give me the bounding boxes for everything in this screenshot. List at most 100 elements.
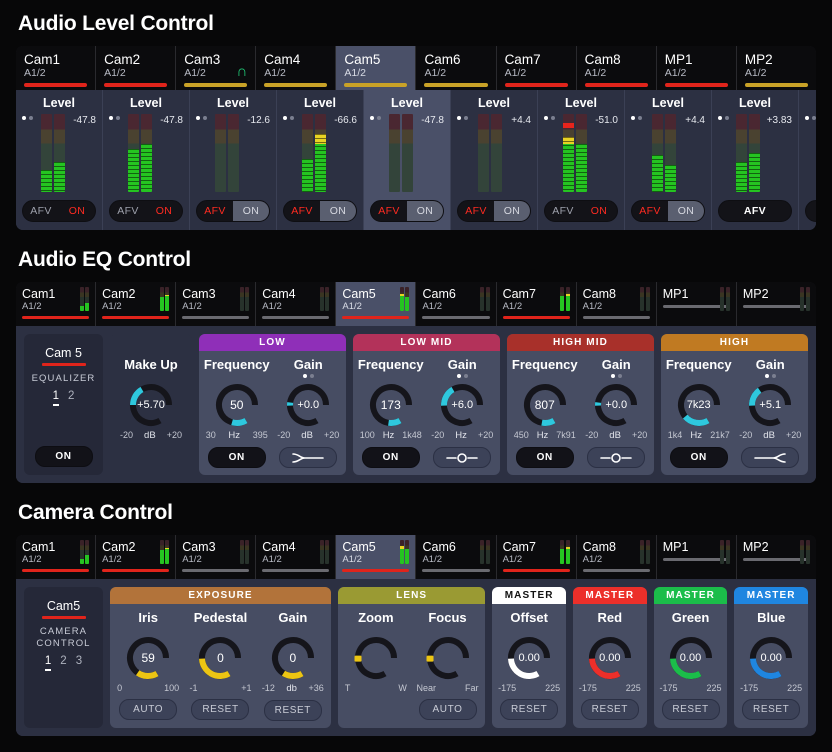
tab-cam6[interactable]: Cam6A1/2 [416, 46, 496, 90]
eq-band-on-button[interactable]: ON [670, 447, 728, 468]
knob-gain[interactable]: +0.0 [592, 381, 640, 429]
cam-tab-cam7[interactable]: Cam7A1/2 [497, 535, 577, 579]
knob-iris[interactable]: 59 [124, 634, 172, 682]
eq-tab-cam1[interactable]: Cam1A1/2 [16, 282, 96, 326]
knob-offset[interactable]: 0.00 [505, 634, 553, 682]
eq-band-on-button[interactable]: ON [362, 447, 420, 468]
eq-band-on-button[interactable]: ON [208, 447, 266, 468]
tab-mp2[interactable]: MP2A1/2 [737, 46, 816, 90]
afv-button[interactable]: AFV [545, 201, 581, 221]
tab-cam7[interactable]: Cam7A1/2 [497, 46, 577, 90]
eq-band-shape-button[interactable] [587, 447, 645, 468]
knob-frequency[interactable]: 7k23 [675, 381, 723, 429]
knob-gain[interactable]: +5.1 [746, 381, 794, 429]
afv-on-toggle[interactable]: AFVON [22, 200, 96, 222]
knob-frequency[interactable]: 173 [367, 381, 415, 429]
knob-green[interactable]: 0.00 [667, 634, 715, 682]
knob-red[interactable]: 0.00 [586, 634, 634, 682]
cam-tab-cam3[interactable]: Cam3A1/2 [176, 535, 256, 579]
on-button[interactable]: ON [233, 201, 269, 221]
tab-cam3[interactable]: Cam3A1/2∩ [176, 46, 256, 90]
on-button[interactable]: ON [59, 201, 95, 221]
knob-unit: Hz [537, 430, 549, 441]
knob-frequency[interactable]: 807 [521, 381, 569, 429]
camera-page-selector[interactable]: 123 [45, 655, 82, 671]
eq-page-2[interactable]: 2 [68, 390, 74, 406]
cam-tab-mp2[interactable]: MP2 [737, 535, 816, 579]
on-button[interactable]: ON [494, 201, 530, 221]
eq-tab-cam3[interactable]: Cam3A1/2 [176, 282, 256, 326]
knob-focus[interactable] [424, 634, 472, 682]
on-button[interactable]: ON [320, 201, 356, 221]
eq-tab-cam6[interactable]: Cam6A1/2 [416, 282, 496, 326]
camera-reset-button[interactable]: RESET [500, 699, 558, 720]
knob-gain[interactable]: 0 [269, 634, 317, 682]
afv-button[interactable]: AFV [371, 201, 407, 221]
eq-tab-cam8[interactable]: Cam8A1/2 [577, 282, 657, 326]
knob-make-up[interactable]: +5.70 [127, 381, 175, 429]
cam-tab-cam1[interactable]: Cam1A1/2 [16, 535, 96, 579]
knob-pedestal[interactable]: 0 [196, 634, 244, 682]
eq-page-selector[interactable]: 12 [53, 390, 75, 406]
tab-mini-meter-bar [160, 287, 164, 311]
tab-cam2[interactable]: Cam2A1/2 [96, 46, 176, 90]
tab-mp1[interactable]: MP1A1/2 [657, 46, 737, 90]
camera-page-2[interactable]: 2 [60, 655, 66, 671]
afv-button[interactable]: AFV [23, 201, 59, 221]
camera-page-1[interactable]: 1 [45, 655, 51, 671]
eq-page-1[interactable]: 1 [53, 390, 59, 406]
afv-button[interactable]: AFV [805, 200, 816, 222]
knob-gain[interactable]: +0.0 [284, 381, 332, 429]
eq-on-button[interactable]: ON [35, 446, 93, 467]
eq-band-shape-button[interactable] [433, 447, 491, 468]
camera-reset-button[interactable]: RESET [264, 700, 322, 721]
camera-reset-button[interactable]: RESET [581, 699, 639, 720]
on-button[interactable]: ON [407, 201, 443, 221]
camera-reset-button[interactable]: RESET [662, 699, 720, 720]
cam-tab-cam6[interactable]: Cam6A1/2 [416, 535, 496, 579]
eq-band-on-button[interactable]: ON [516, 447, 574, 468]
knob-zoom[interactable] [352, 634, 400, 682]
tab-cam1[interactable]: Cam1A1/2 [16, 46, 96, 90]
knob-blue[interactable]: 0.00 [747, 634, 795, 682]
eq-tab-mp2[interactable]: MP2 [737, 282, 816, 326]
eq-tab-cam2[interactable]: Cam2A1/2 [96, 282, 176, 326]
eq-band-shape-button[interactable] [741, 447, 799, 468]
eq-band-shape-button[interactable] [279, 447, 337, 468]
afv-button[interactable]: AFV [284, 201, 320, 221]
tab-cam5[interactable]: Cam5A1/2 [336, 46, 416, 90]
afv-on-toggle[interactable]: AFVON [196, 200, 270, 222]
knob-frequency[interactable]: 50 [213, 381, 261, 429]
afv-button[interactable]: AFV [458, 201, 494, 221]
afv-button[interactable]: AFV [632, 201, 668, 221]
cam-tab-cam8[interactable]: Cam8A1/2 [577, 535, 657, 579]
eq-tab-cam7[interactable]: Cam7A1/2 [497, 282, 577, 326]
cam-tab-mp1[interactable]: MP1 [657, 535, 737, 579]
eq-tab-mp1[interactable]: MP1 [657, 282, 737, 326]
cam-tab-cam2[interactable]: Cam2A1/2 [96, 535, 176, 579]
tab-cam4[interactable]: Cam4A1/2 [256, 46, 336, 90]
afv-button[interactable]: AFV [197, 201, 233, 221]
on-button[interactable]: ON [668, 201, 704, 221]
afv-on-toggle[interactable]: AFVON [457, 200, 531, 222]
afv-on-toggle[interactable]: AFVON [370, 200, 444, 222]
afv-on-toggle[interactable]: AFVON [283, 200, 357, 222]
cam-tab-cam5[interactable]: Cam5A1/2 [336, 535, 416, 579]
afv-button[interactable]: AFV [110, 201, 146, 221]
camera-reset-button[interactable]: RESET [742, 699, 800, 720]
afv-on-toggle[interactable]: AFVON [109, 200, 183, 222]
camera-auto-button[interactable]: AUTO [419, 699, 477, 720]
cam-tab-cam4[interactable]: Cam4A1/2 [256, 535, 336, 579]
eq-tab-cam5[interactable]: Cam5A1/2 [336, 282, 416, 326]
eq-tab-cam4[interactable]: Cam4A1/2 [256, 282, 336, 326]
tab-cam8[interactable]: Cam8A1/2 [577, 46, 657, 90]
knob-gain[interactable]: +6.0 [438, 381, 486, 429]
afv-on-toggle[interactable]: AFVON [544, 200, 618, 222]
camera-page-3[interactable]: 3 [76, 655, 82, 671]
on-button[interactable]: ON [581, 201, 617, 221]
camera-auto-button[interactable]: AUTO [119, 699, 177, 720]
on-button[interactable]: ON [146, 201, 182, 221]
afv-on-toggle[interactable]: AFVON [631, 200, 705, 222]
camera-reset-button[interactable]: RESET [191, 699, 249, 720]
afv-button[interactable]: AFV [718, 200, 792, 222]
